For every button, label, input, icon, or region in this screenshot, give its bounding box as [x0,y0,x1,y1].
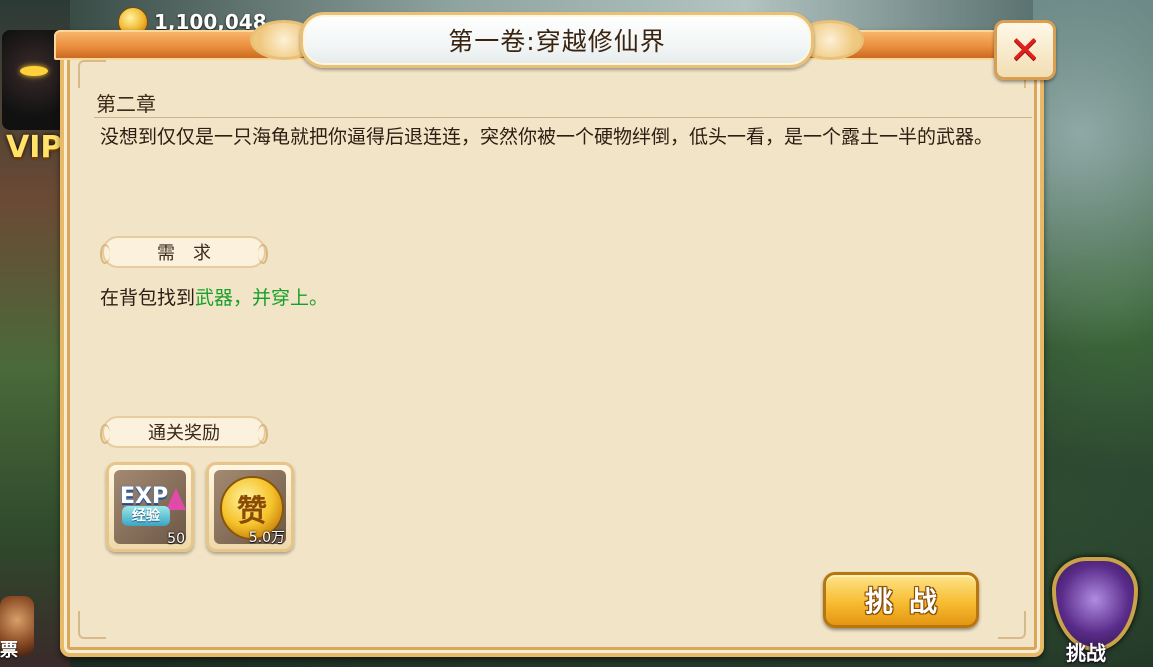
reward-tab: 通关奖励 [100,416,268,448]
challenge-button[interactable]: 挑战 [823,572,979,628]
side-challenge-button[interactable]: 挑战 [1042,553,1142,665]
dialog-title: 第一卷:穿越修仙界 [448,27,666,56]
exp-arrow-icon [166,488,186,510]
corner-ornament [78,60,106,88]
story-text: 没想到仅仅是一只海龟就把你逼得后退连连，突然你被一个硬物绊倒，低头一看，是一个露… [100,126,994,148]
challenge-button-label: 挑战 [864,585,953,618]
corner-ornament [78,611,106,639]
requirement-text: 在背包找到武器，并穿上。 [100,283,328,310]
exp-cn-label: 经验 [122,506,170,526]
corner-ornament [998,611,1026,639]
chapter-title: 第二章 [96,92,156,116]
dialog-title-plate: 第一卷:穿越修仙界 [300,12,814,68]
reward-quantity: 5.0万 [248,530,285,546]
reward-item-gold[interactable]: 赞 5.0万 [206,462,294,552]
vip-badge[interactable]: VIP [6,130,62,165]
reward-item-exp[interactable]: EXP 经验 50 [106,462,194,552]
reward-quantity: 50 [167,531,185,547]
close-icon: ✕ [1009,28,1041,72]
left-menu-label: 票 [0,640,18,661]
close-button[interactable]: ✕ [994,20,1056,80]
requirement-highlight: 武器，并穿上。 [195,287,329,309]
chapter-divider [94,117,1032,118]
requirement-prefix: 在背包找到 [100,287,196,309]
side-challenge-label: 挑战 [1066,641,1106,665]
exp-icon: EXP 经验 [120,484,186,528]
requirement-tab: 需求 [100,236,268,268]
